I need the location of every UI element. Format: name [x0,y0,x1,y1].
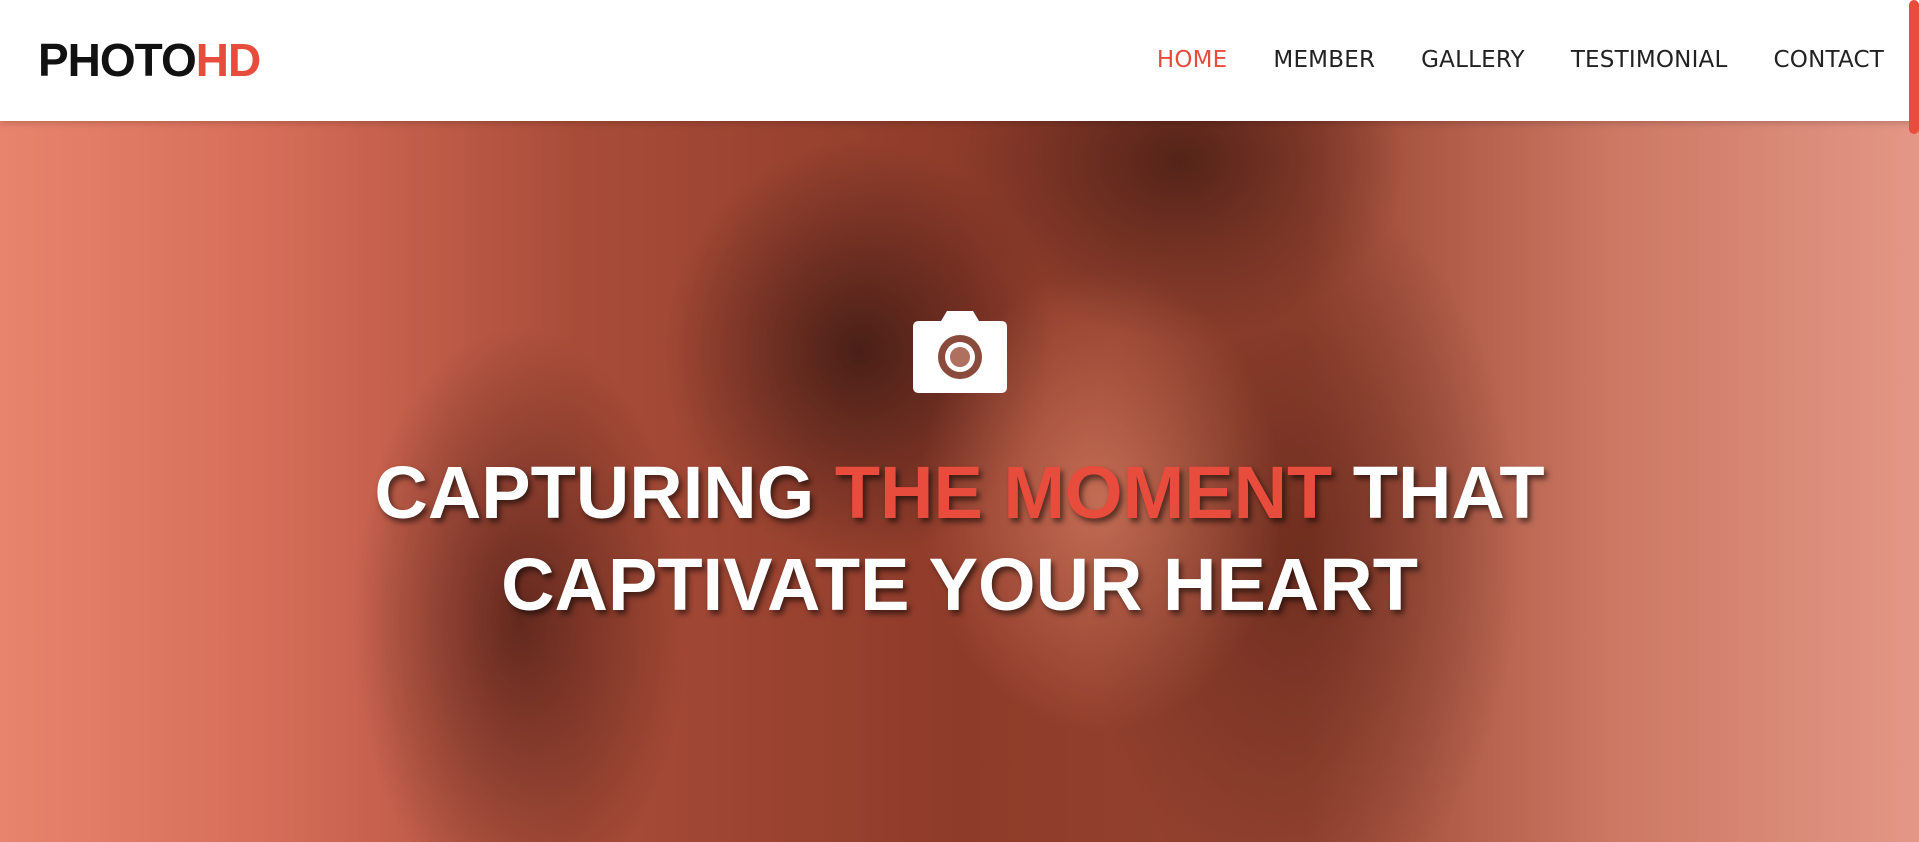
hero-headline-line2: CAPTIVATE YOUR HEART [501,543,1418,626]
camera-icon [913,311,1007,393]
brand-logo-part1: PHOTO [38,34,197,86]
brand-logo[interactable]: PHOTOHD [38,34,261,86]
hero-headline-text-b: THAT [1332,451,1545,534]
hero-headline: CAPTURING THE MOMENT THAT CAPTIVATE YOUR… [0,447,1919,631]
top-navbar: PHOTOHD HOME MEMBER GALLERY TESTIMONIAL … [0,0,1919,121]
hero-headline-text-a: CAPTURING [374,451,835,534]
scrollbar-thumb[interactable] [1909,0,1919,134]
main-nav: HOME MEMBER GALLERY TESTIMONIAL CONTACT [1157,42,1884,78]
hero-section: CAPTURING THE MOMENT THAT CAPTIVATE YOUR… [0,121,1919,842]
brand-logo-part2: HD [195,34,261,86]
nav-link-testimonial[interactable]: TESTIMONIAL [1571,47,1728,73]
nav-link-contact[interactable]: CONTACT [1774,47,1884,73]
nav-link-member[interactable]: MEMBER [1273,47,1375,73]
nav-link-home[interactable]: HOME [1157,47,1228,73]
hero-headline-line1: CAPTURING THE MOMENT THAT [0,447,1919,539]
nav-link-gallery[interactable]: GALLERY [1421,47,1525,73]
hero-headline-highlight: THE MOMENT [834,451,1333,534]
